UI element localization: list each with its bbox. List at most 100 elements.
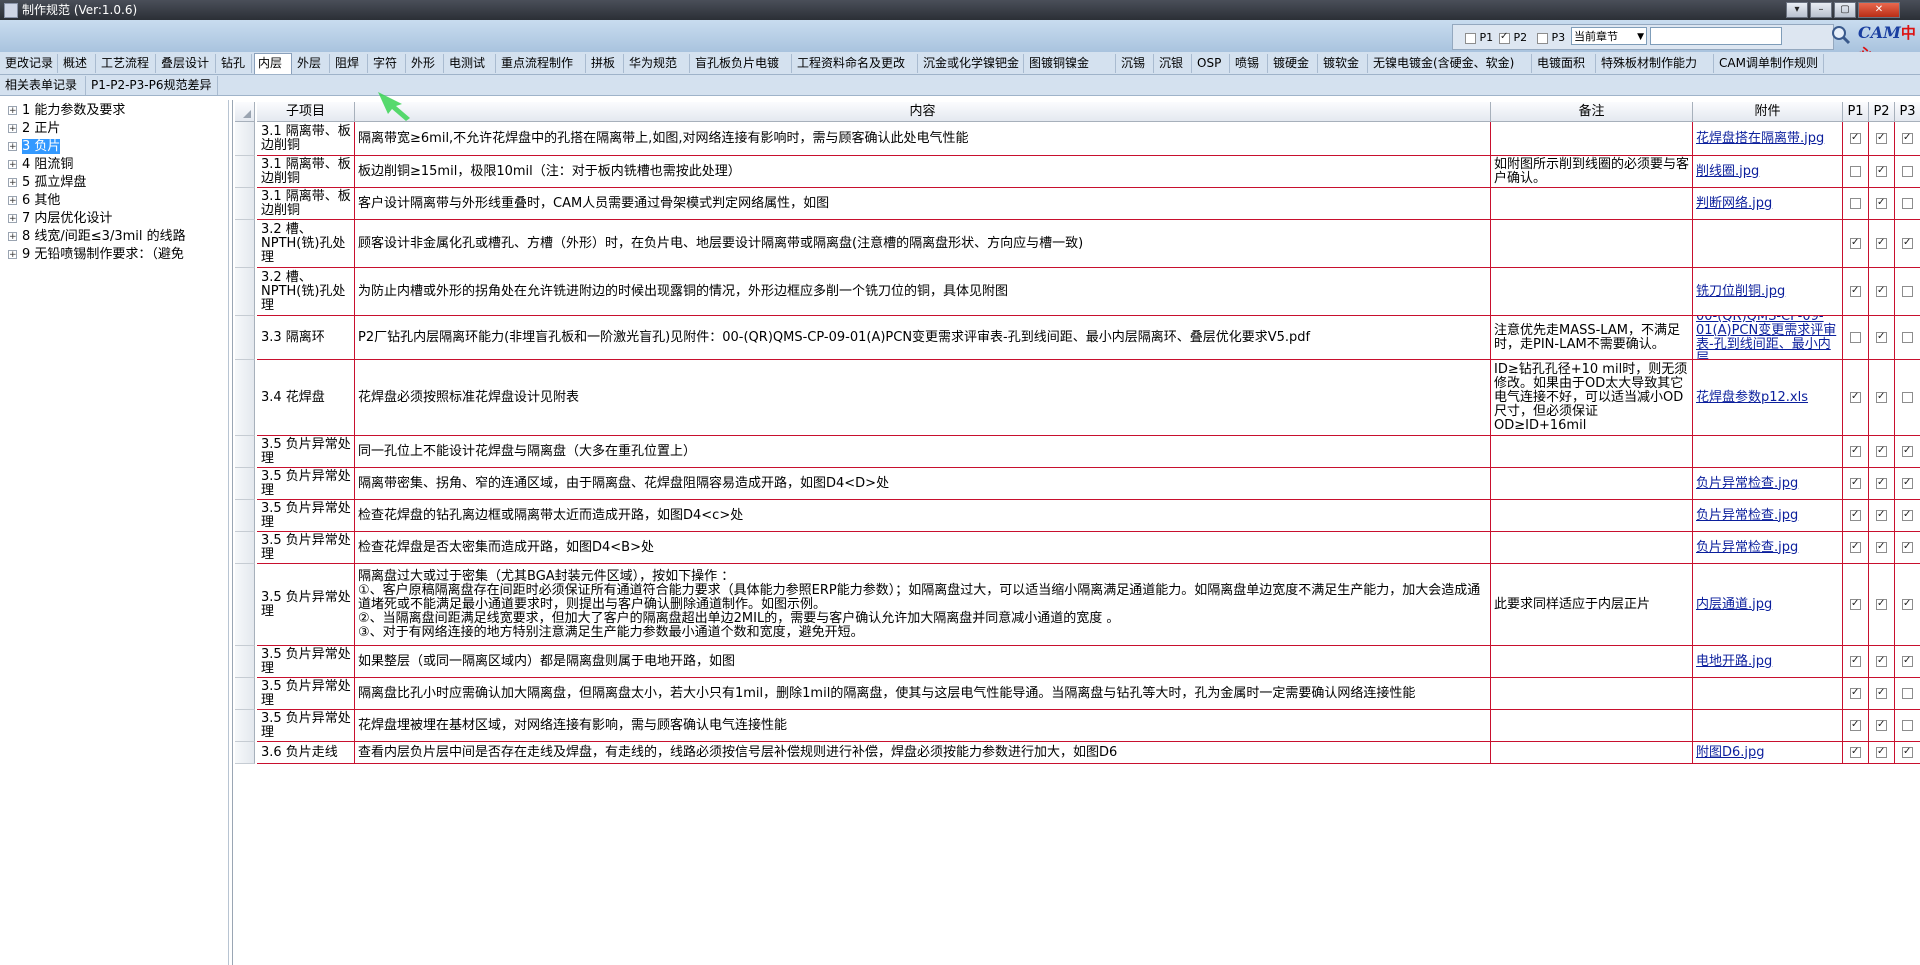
tab-22[interactable]: 喷锡 xyxy=(1232,54,1268,73)
row-header[interactable] xyxy=(235,678,255,710)
expand-icon[interactable]: + xyxy=(8,214,17,224)
p3-checkbox[interactable] xyxy=(1902,745,1913,759)
table-row[interactable]: 3.5 负片异常处理 隔离盘过大或过于密集（尤其BGA封装元件区域），按如下操作 … xyxy=(235,564,1920,646)
tree-item[interactable]: +9 无铅喷锡制作要求：（避免 xyxy=(8,246,184,263)
tab-13[interactable]: 拼板 xyxy=(588,54,624,73)
tab-6[interactable]: 内层 xyxy=(254,53,292,74)
p3-checkbox[interactable] xyxy=(1902,444,1913,458)
p1-checkbox[interactable] xyxy=(1465,32,1476,44)
expand-icon[interactable]: + xyxy=(8,160,17,170)
column-header-attach[interactable]: 附件 xyxy=(1693,102,1843,122)
column-header-note[interactable]: 备注 xyxy=(1491,102,1693,122)
tree-item[interactable]: +6 其他 xyxy=(8,192,60,209)
table-row[interactable]: 3.6 负片走线 查看内层负片层中间是否存在走线及焊盘，有走线的，线路必须按信号层… xyxy=(235,742,1920,764)
attachment-link[interactable]: 花焊盘参数p12.xls xyxy=(1696,390,1808,405)
p3-checkbox[interactable] xyxy=(1902,131,1913,145)
tree-item[interactable]: +1 能力参数及要求 xyxy=(8,102,125,119)
tab-16[interactable]: 工程资料命名及更改 xyxy=(794,54,918,73)
row-header[interactable] xyxy=(235,122,255,156)
p3-checkbox[interactable] xyxy=(1902,392,1913,403)
table-row[interactable]: 3.1 隔离带、板边削铜 板边削铜≥15mil，极限10mil（注：对于板内铣槽也… xyxy=(235,156,1920,188)
cell-attach[interactable] xyxy=(1693,678,1843,710)
row-header[interactable] xyxy=(235,220,255,268)
maximize-button[interactable]: ▢ xyxy=(1834,2,1856,18)
p1-checkbox[interactable] xyxy=(1850,476,1861,490)
p1-checkbox[interactable] xyxy=(1850,540,1861,554)
cell-attach[interactable] xyxy=(1693,436,1843,468)
cell-attach[interactable]: 附图D6.jpg xyxy=(1693,742,1843,764)
tab-17[interactable]: 沉金或化学镍钯金 xyxy=(920,54,1024,73)
row-header[interactable] xyxy=(235,742,255,764)
p2-checkbox[interactable] xyxy=(1876,597,1887,611)
search-input[interactable] xyxy=(1650,27,1782,45)
p3-checkbox[interactable] xyxy=(1537,32,1548,44)
table-row[interactable]: 3.1 隔离带、板边削铜 隔离带宽≥6mil,不允许花焊盘中的孔搭在隔离带上,如图… xyxy=(235,122,1920,156)
column-header-p2[interactable]: P2 xyxy=(1869,102,1895,122)
attachment-link[interactable]: 附图D6.jpg xyxy=(1696,745,1765,760)
row-header[interactable] xyxy=(235,532,255,564)
cell-attach[interactable]: 花焊盘参数p12.xls xyxy=(1693,360,1843,436)
p3-checkbox[interactable] xyxy=(1902,597,1913,611)
tab-11[interactable]: 电测试 xyxy=(446,54,496,73)
attachment-link[interactable]: 内层通道.jpg xyxy=(1696,597,1772,612)
tab-27[interactable]: 特殊板材制作能力 xyxy=(1598,54,1714,73)
row-header[interactable] xyxy=(235,710,255,742)
tab-12[interactable]: 重点流程制作 xyxy=(498,54,586,73)
select-all-corner[interactable] xyxy=(235,102,255,122)
tab-8[interactable]: 阻焊 xyxy=(332,54,368,73)
tab-10[interactable]: 外形 xyxy=(408,54,444,73)
p3-filter[interactable]: P3 xyxy=(1537,31,1565,44)
cell-attach[interactable]: 内层通道.jpg xyxy=(1693,564,1843,646)
p2-checkbox[interactable] xyxy=(1876,330,1887,344)
p2-checkbox[interactable] xyxy=(1876,284,1887,298)
cell-attach[interactable] xyxy=(1693,710,1843,742)
subtab-1[interactable]: 相关表单记录 xyxy=(2,76,86,95)
cell-attach[interactable]: 削线圈.jpg xyxy=(1693,156,1843,188)
p2-checkbox[interactable] xyxy=(1876,686,1887,700)
expand-icon[interactable]: + xyxy=(8,232,17,242)
close-button[interactable]: ✕ xyxy=(1858,2,1900,18)
row-header[interactable] xyxy=(235,360,255,436)
cell-attach[interactable]: 判断网络.jpg xyxy=(1693,188,1843,220)
tab-26[interactable]: 电镀面积 xyxy=(1534,54,1596,73)
attachment-link[interactable]: 花焊盘搭在隔离带.jpg xyxy=(1696,131,1824,146)
row-header[interactable] xyxy=(235,188,255,220)
subtab-2[interactable]: P1-P2-P3-P6规范差异 xyxy=(88,76,218,95)
tree-item[interactable]: +8 线宽/间距≤3/3mil 的线路 xyxy=(8,228,186,245)
column-header-p1[interactable]: P1 xyxy=(1843,102,1869,122)
p1-checkbox[interactable] xyxy=(1850,444,1861,458)
p2-checkbox[interactable] xyxy=(1876,444,1887,458)
tab-15[interactable]: 盲孔板负片电镀 xyxy=(692,54,792,73)
cell-attach[interactable] xyxy=(1693,220,1843,268)
p3-checkbox[interactable] xyxy=(1902,688,1913,699)
tab-9[interactable]: 字符 xyxy=(370,54,406,73)
row-header[interactable] xyxy=(235,646,255,678)
tree-item[interactable]: +7 内层优化设计 xyxy=(8,210,112,227)
attachment-link[interactable]: 负片异常检查.jpg xyxy=(1696,508,1798,523)
p1-checkbox[interactable] xyxy=(1850,686,1861,700)
p2-checkbox[interactable] xyxy=(1876,164,1887,178)
p2-checkbox[interactable] xyxy=(1499,31,1510,44)
p1-checkbox[interactable] xyxy=(1850,332,1861,343)
p2-checkbox[interactable] xyxy=(1876,390,1887,404)
search-icon[interactable] xyxy=(1830,24,1852,46)
p2-checkbox[interactable] xyxy=(1876,236,1887,250)
row-header[interactable] xyxy=(235,268,255,316)
table-row[interactable]: 3.2 槽、NPTH(铣)孔处理 顾客设计非金属化孔或槽孔、方槽（外形）时，在负片… xyxy=(235,220,1920,268)
tab-28[interactable]: CAM调单制作规则 xyxy=(1716,54,1824,73)
expand-icon[interactable]: + xyxy=(8,250,17,260)
expand-icon[interactable]: + xyxy=(8,106,17,116)
attachment-link[interactable]: 负片异常检查.jpg xyxy=(1696,476,1798,491)
attachment-link[interactable]: 削线圈.jpg xyxy=(1696,164,1759,179)
tab-4[interactable]: 叠层设计 xyxy=(158,54,216,73)
p2-filter[interactable]: P2 xyxy=(1499,31,1527,44)
tab-23[interactable]: 镀硬金 xyxy=(1270,54,1318,73)
tab-2[interactable]: 概述 xyxy=(60,54,96,73)
p3-checkbox[interactable] xyxy=(1902,720,1913,731)
p1-checkbox[interactable] xyxy=(1850,198,1861,209)
p1-checkbox[interactable] xyxy=(1850,284,1861,298)
attachment-link[interactable]: 负片异常检查.jpg xyxy=(1696,540,1798,555)
row-header[interactable] xyxy=(235,500,255,532)
table-row[interactable]: 3.5 负片异常处理 花焊盘埋被埋在基材区域，对网络连接有影响，需与顾客确认电气连… xyxy=(235,710,1920,742)
p2-checkbox[interactable] xyxy=(1876,476,1887,490)
